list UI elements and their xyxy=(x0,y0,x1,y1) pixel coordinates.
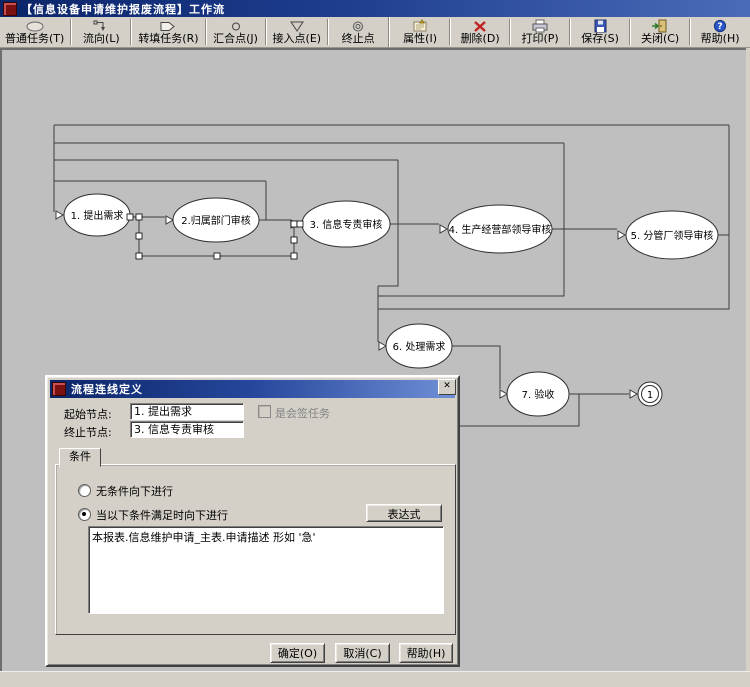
properties-icon xyxy=(411,19,429,33)
app-window: 【信息设备申请维护报废流程】工作流 普通任务(T) 流向(L) 转填任务(R) xyxy=(0,0,750,687)
flow-node-2[interactable]: 2.归属部门审核 xyxy=(173,198,259,242)
flow-end-node[interactable]: 1 xyxy=(638,382,662,406)
toolbar-button-close[interactable]: 关闭(C) xyxy=(632,17,688,47)
toolbar-button-help[interactable]: ? 帮助(H) xyxy=(692,17,748,47)
svg-text:3. 信息专责审核: 3. 信息专责审核 xyxy=(310,218,383,231)
toolbar-button-transfer-task[interactable]: 转填任务(R) xyxy=(133,17,203,47)
toolbar-separator xyxy=(205,19,207,45)
arrow-into-end xyxy=(630,390,637,398)
delete-icon xyxy=(472,19,488,33)
dialog-title: 流程连线定义 xyxy=(71,381,143,397)
radio-unconditional-label: 无条件向下进行 xyxy=(96,483,173,499)
toolbar-separator xyxy=(629,19,631,45)
flow-node-5[interactable]: 5. 分管厂领导审核 xyxy=(626,211,718,259)
toolbar-separator xyxy=(130,19,132,45)
connector-definition-dialog: 流程连线定义 ✕ 起始节点: 1. 提出需求 终止节点: 3. 信息专责审核 是… xyxy=(45,375,460,667)
node2-feedback-riser xyxy=(260,181,266,220)
toolbar-separator xyxy=(327,19,329,45)
svg-text:5. 分管厂领导审核: 5. 分管厂领导审核 xyxy=(631,229,714,242)
app-icon xyxy=(3,2,17,16)
flow-node-3[interactable]: 3. 信息专责审核 xyxy=(302,201,390,247)
window-titlebar: 【信息设备申请维护报废流程】工作流 xyxy=(0,0,750,17)
arrow-into-node1 xyxy=(56,211,63,219)
radio-unconditional[interactable] xyxy=(78,484,91,497)
dialog-close-icon[interactable]: ✕ xyxy=(438,379,456,395)
dialog-titlebar[interactable]: 流程连线定义 xyxy=(50,380,455,398)
condition-expression-textarea[interactable]: 本报表.信息维护申请_主表.申请描述 形如 '急' xyxy=(88,526,444,614)
flow-node-7[interactable]: 7. 验收 xyxy=(507,372,569,416)
radio-selected-dot xyxy=(82,512,86,516)
flow-node-6[interactable]: 6. 处理需求 xyxy=(386,324,452,368)
countersign-label: 是会签任务 xyxy=(275,405,330,421)
svg-text:1. 提出需求: 1. 提出需求 xyxy=(71,209,124,222)
flow-node-4[interactable]: 4. 生产经营部领导审核 xyxy=(448,205,552,253)
arrow-into-node6 xyxy=(379,342,386,350)
end-node-field[interactable]: 3. 信息专责审核 xyxy=(130,421,244,438)
cancel-button[interactable]: 取消(C) xyxy=(335,643,390,663)
close-door-icon xyxy=(651,19,669,33)
transfer-task-icon xyxy=(159,19,177,33)
toolbar-separator xyxy=(449,19,451,45)
toolbar-button-delete[interactable]: 删除(D) xyxy=(452,17,508,47)
toolbar-separator xyxy=(509,19,511,45)
flow-node-1[interactable]: 1. 提出需求 xyxy=(64,194,130,236)
flow-arrow-icon xyxy=(92,19,110,33)
toolbar-button-properties[interactable]: 属性(I) xyxy=(392,17,448,47)
svg-text:4. 生产经营部领导审核: 4. 生产经营部领导审核 xyxy=(449,223,552,236)
svg-text:1: 1 xyxy=(647,390,653,401)
arrow-into-node5 xyxy=(618,231,625,239)
svg-text:7. 验收: 7. 验收 xyxy=(522,388,555,401)
toolbar-button-print[interactable]: 打印(P) xyxy=(512,17,568,47)
toolbar-button-save[interactable]: 保存(S) xyxy=(572,17,628,47)
toolbar-button-flow-direction[interactable]: 流向(L) xyxy=(73,17,129,47)
arrow-into-node7 xyxy=(500,390,507,398)
toolbar-group-separator xyxy=(388,17,390,47)
terminate-point-icon xyxy=(351,19,365,33)
window-bottom-border xyxy=(0,671,750,687)
expression-button[interactable]: 表达式 xyxy=(366,504,442,522)
toolbar-button-normal-task[interactable]: 普通任务(T) xyxy=(0,17,69,47)
entry-point-icon xyxy=(289,19,305,33)
window-right-border xyxy=(746,48,750,671)
toolbar-separator xyxy=(70,19,72,45)
print-icon xyxy=(531,19,549,33)
condition-tab-page: 无条件向下进行 当以下条件满足时向下进行 表达式 本报表.信息维护申请_主表.申… xyxy=(55,464,456,635)
toolbar-button-entry-point[interactable]: 接入点(E) xyxy=(268,17,327,47)
end-node-label: 终止节点: xyxy=(64,424,112,440)
help-button[interactable]: 帮助(H) xyxy=(399,643,453,663)
main-toolbar: 普通任务(T) 流向(L) 转填任务(R) 汇合点(J) xyxy=(0,17,750,48)
svg-text:6. 处理需求: 6. 处理需求 xyxy=(393,341,446,353)
window-title: 【信息设备申请维护报废流程】工作流 xyxy=(21,1,225,17)
toolbar-separator xyxy=(265,19,267,45)
start-node-label: 起始节点: xyxy=(64,406,112,422)
ok-button[interactable]: 确定(O) xyxy=(270,643,325,663)
toolbar-separator xyxy=(569,19,571,45)
radio-conditional-label: 当以下条件满足时向下进行 xyxy=(96,507,228,523)
ellipse-task-icon xyxy=(25,19,45,33)
radio-conditional[interactable] xyxy=(78,508,91,521)
merge-point-icon xyxy=(229,19,243,33)
countersign-checkbox[interactable] xyxy=(258,405,271,418)
arrow-into-node2 xyxy=(166,216,173,224)
dialog-icon xyxy=(52,382,66,396)
toolbar-button-terminate-point[interactable]: 终止点 xyxy=(330,17,386,47)
svg-text:?: ? xyxy=(717,22,722,32)
save-icon xyxy=(593,19,608,33)
svg-text:2.归属部门审核: 2.归属部门审核 xyxy=(181,214,251,227)
arrow-into-node4 xyxy=(440,225,447,233)
tab-condition[interactable]: 条件 xyxy=(59,448,101,467)
start-node-field[interactable]: 1. 提出需求 xyxy=(130,403,244,420)
toolbar-button-merge-point[interactable]: 汇合点(J) xyxy=(208,17,264,47)
help-icon: ? xyxy=(713,19,727,33)
toolbar-separator xyxy=(689,19,691,45)
